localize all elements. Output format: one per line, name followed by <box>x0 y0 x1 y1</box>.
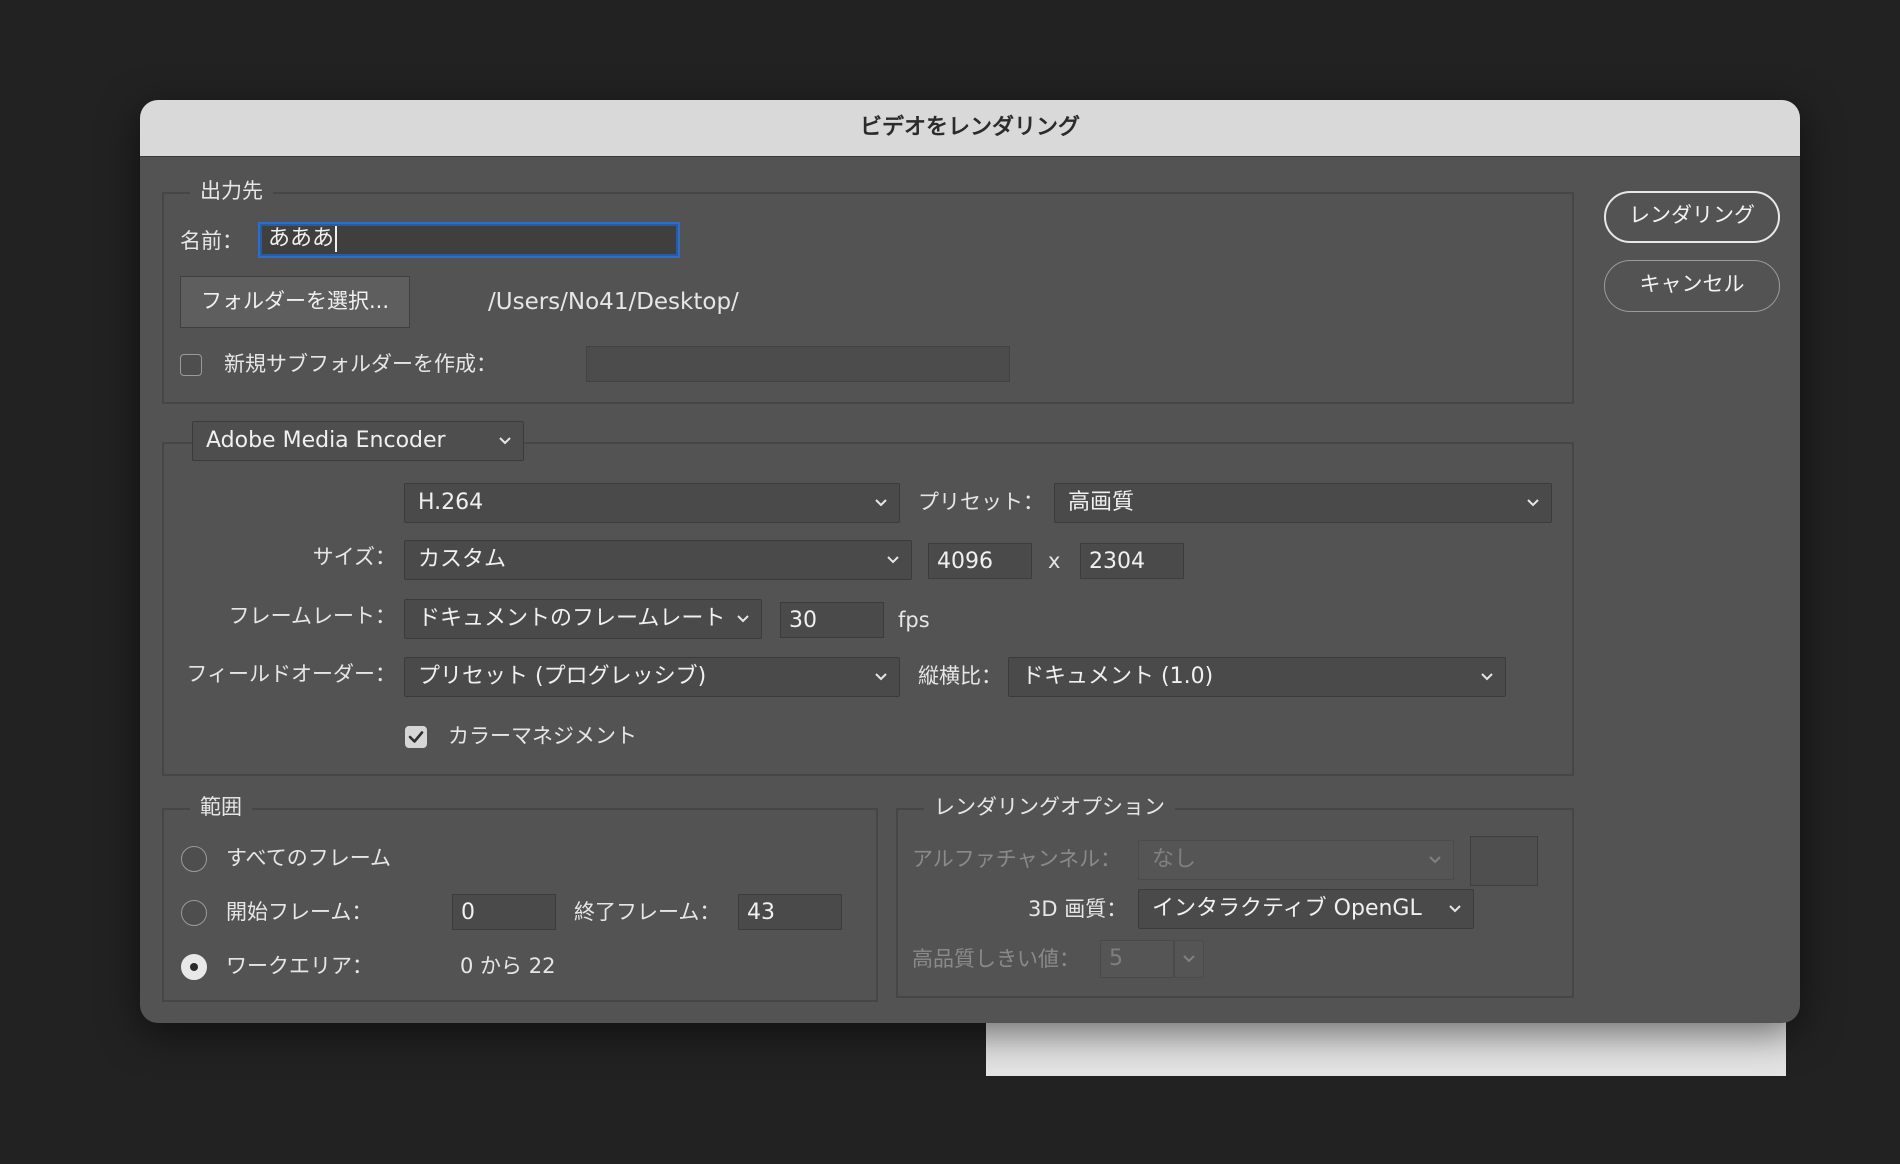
name-input[interactable]: あああ <box>258 222 680 258</box>
field-order-select-value: プリセット (プログレッシブ) <box>418 664 707 689</box>
preset-select[interactable]: 高画質 <box>1054 483 1552 523</box>
chevron-down-icon <box>1447 890 1463 928</box>
fps-unit: fps <box>898 608 930 632</box>
output-legend: 出力先 <box>190 177 273 205</box>
folder-path: /Users/No41/Desktop/ <box>488 289 739 315</box>
subfolder-name-input[interactable] <box>586 346 1010 382</box>
encoder-select-value: Adobe Media Encoder <box>206 428 446 453</box>
subfolder-checkbox[interactable] <box>180 354 202 376</box>
preset-label: プリセット： <box>918 490 1044 514</box>
start-frame-radio[interactable] <box>181 900 207 926</box>
size-select-value: カスタム <box>418 547 507 572</box>
all-frames-radio[interactable] <box>181 846 207 872</box>
all-frames-label: すべてのフレーム <box>226 846 392 870</box>
3d-quality-label: 3D 画質： <box>1028 897 1128 921</box>
chevron-down-icon <box>497 422 513 460</box>
size-times-label: x <box>1048 549 1061 573</box>
background-window <box>986 1020 1786 1076</box>
render-video-dialog: ビデオをレンダリング レンダリング キャンセル 出力先 名前： あああ フォルダ… <box>140 100 1800 1023</box>
chevron-down-icon <box>735 600 751 638</box>
framerate-select[interactable]: ドキュメントのフレームレート <box>404 599 762 639</box>
encoder-select[interactable]: Adobe Media Encoder <box>192 421 524 461</box>
end-frame-input[interactable]: 43 <box>738 894 842 930</box>
work-area-value: 0 から 22 <box>460 954 556 978</box>
quality-threshold-label: 高品質しきい値： <box>912 947 1080 971</box>
width-input[interactable]: 4096 <box>928 543 1032 579</box>
render-button[interactable]: レンダリング <box>1604 191 1780 243</box>
field-order-label: フィールドオーダー： <box>186 662 396 686</box>
chevron-down-icon <box>885 541 901 579</box>
fps-input[interactable]: 30 <box>780 602 884 638</box>
color-management-label: カラーマネジメント <box>448 724 637 748</box>
color-management-checkbox[interactable] <box>405 726 427 748</box>
start-frame-label: 開始フレーム： <box>226 900 373 924</box>
quality-threshold-input[interactable]: 5 <box>1100 940 1174 978</box>
quality-threshold-dropdown[interactable] <box>1174 940 1204 978</box>
chevron-down-icon <box>873 658 889 696</box>
matte-color-swatch[interactable] <box>1470 836 1538 886</box>
name-label: 名前： <box>180 229 243 253</box>
select-folder-button[interactable]: フォルダーを選択... <box>180 276 410 328</box>
size-select[interactable]: カスタム <box>404 540 912 580</box>
alpha-channel-select-value: なし <box>1152 847 1197 872</box>
size-label: サイズ： <box>312 545 396 569</box>
range-legend: 範囲 <box>190 793 252 821</box>
subfolder-label: 新規サブフォルダーを作成： <box>224 352 497 376</box>
chevron-down-icon <box>1525 484 1541 522</box>
work-area-radio[interactable] <box>181 954 207 980</box>
framerate-label: フレームレート： <box>228 604 396 628</box>
aspect-select[interactable]: ドキュメント (1.0) <box>1008 657 1506 697</box>
work-area-label: ワークエリア： <box>226 954 373 978</box>
chevron-down-icon <box>1479 658 1495 696</box>
checkmark-icon <box>408 731 424 743</box>
text-caret <box>335 226 338 252</box>
cancel-button[interactable]: キャンセル <box>1604 260 1780 312</box>
render-options-legend: レンダリングオプション <box>924 793 1175 821</box>
3d-quality-select-value: インタラクティブ OpenGL <box>1152 896 1422 921</box>
preset-select-value: 高画質 <box>1068 490 1135 515</box>
format-select[interactable]: H.264 <box>404 483 900 523</box>
chevron-down-icon <box>873 484 889 522</box>
aspect-label: 縦横比： <box>918 664 1002 688</box>
aspect-select-value: ドキュメント (1.0) <box>1022 664 1214 689</box>
field-order-select[interactable]: プリセット (プログレッシブ) <box>404 657 900 697</box>
3d-quality-select[interactable]: インタラクティブ OpenGL <box>1138 889 1474 929</box>
chevron-down-icon <box>1427 841 1443 879</box>
chevron-down-icon <box>1181 941 1197 977</box>
name-input-value: あああ <box>268 226 335 251</box>
end-frame-label: 終了フレーム： <box>574 900 721 924</box>
format-select-value: H.264 <box>418 490 484 515</box>
start-frame-input[interactable]: 0 <box>452 894 556 930</box>
dialog-title: ビデオをレンダリング <box>859 115 1080 140</box>
alpha-channel-label: アルファチャンネル： <box>912 847 1122 871</box>
framerate-select-value: ドキュメントのフレームレート <box>418 606 726 631</box>
alpha-channel-select[interactable]: なし <box>1138 840 1454 880</box>
height-input[interactable]: 2304 <box>1080 543 1184 579</box>
